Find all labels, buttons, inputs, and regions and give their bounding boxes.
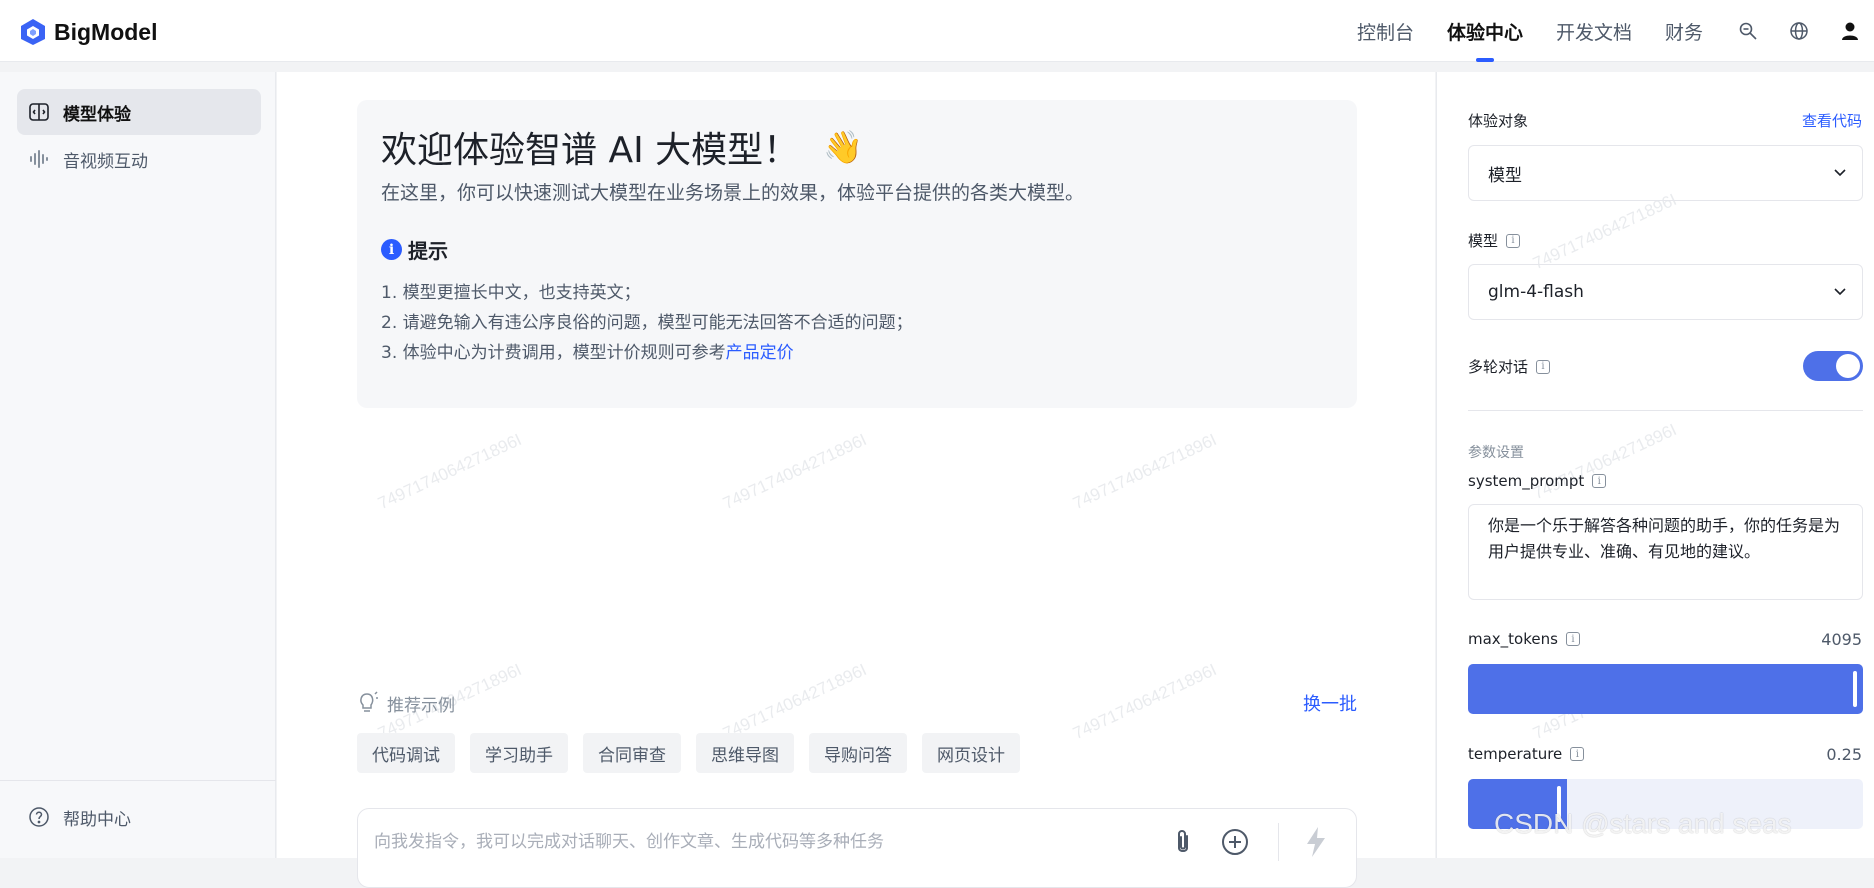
key-search-icon[interactable] [1736,19,1760,43]
watermark-text: 7497174064271896I [375,429,525,514]
slider-fill [1468,664,1863,714]
model-select-value: glm-4-flash [1488,282,1584,302]
top-nav: 控制台 体验中心 开发文档 财务 [1357,0,1874,62]
multi-turn-label: 多轮对话 [1468,358,1529,376]
slider-handle[interactable] [1853,671,1857,707]
info-icon: i [381,239,402,260]
max-tokens-label-row: max_tokens i [1468,630,1580,648]
target-label-row: 体验对象 [1468,110,1528,131]
add-circle-icon[interactable] [1218,825,1252,859]
watermark-text: 7497174064271896I [1530,419,1680,504]
model-label-row: 模型 i [1468,230,1521,251]
tip-item: 2. 请避免输入有违公序良俗的问题，模型可能无法回答不合适的问题； [381,313,913,333]
pricing-link[interactable]: 产品定价 [726,343,794,363]
waving-hand-icon: 👋 [823,128,863,166]
tip-item: 1. 模型更擅长中文，也支持英文； [381,283,641,303]
chip-study-assistant[interactable]: 学习助手 [470,733,568,773]
watermark-text: 7497174064271896I [720,429,870,514]
target-label: 体验对象 [1468,112,1529,130]
recommend-label: 推荐示例 [387,695,455,716]
model-panel-icon [27,100,51,124]
welcome-card: 欢迎体验智谱 AI 大模型！ 👋 在这里，你可以快速测试大模型在业务场景上的效果… [357,100,1357,408]
chip-web-design[interactable]: 网页设计 [922,733,1020,773]
help-circle-icon [27,805,51,829]
nav-console[interactable]: 控制台 [1357,0,1414,62]
recommend-row: 推荐示例 换一批 [357,688,1357,718]
sidebar-item-model-experience[interactable]: 模型体验 [17,89,261,135]
chevron-down-icon [1834,288,1846,296]
sidebar-item-label: 模型体验 [63,104,131,125]
system-prompt-label-row: system_prompt i [1468,472,1607,490]
bigmodel-logo-icon [21,19,45,45]
chip-code-debug[interactable]: 代码调试 [357,733,455,773]
model-label: 模型 [1468,232,1499,250]
main-content: 7497174064271896I 7497174064271896I 7497… [277,72,1435,888]
refresh-examples-link[interactable]: 换一批 [1303,690,1357,716]
info-icon[interactable]: i [1536,359,1551,374]
tip-heading: i 提示 [381,235,1333,264]
multi-turn-label-row: 多轮对话 i [1468,356,1551,377]
chip-shopping-guide[interactable]: 导购问答 [809,733,907,773]
sidebar-divider [0,780,276,781]
temperature-value: 0.25 [1826,745,1862,764]
watermark-text: 7497174064271896I [1530,189,1680,274]
system-prompt-textarea[interactable]: 你是一个乐于解答各种问题的助手，你的任务是为用户提供专业、准确、有见地的建议。 [1468,504,1863,600]
tip-text: 3. 体验中心为计费调用，模型计价规则可参考 [381,343,726,363]
model-select[interactable]: glm-4-flash [1468,264,1863,320]
csdn-watermark: CSDN @stars and seas [1494,808,1792,839]
top-navbar: BigModel 控制台 体验中心 开发文档 财务 [0,0,1874,62]
tip-list: 1. 模型更擅长中文，也支持英文； 2. 请避免输入有违公序良俗的问题，模型可能… [381,278,1333,368]
temperature-label: temperature [1468,745,1563,763]
nav-dev-docs[interactable]: 开发文档 [1556,0,1632,62]
welcome-title-row: 欢迎体验智谱 AI 大模型！ 👋 [381,122,1333,172]
sidebar-item-label: 音视频互动 [63,151,148,172]
input-separator [1278,823,1279,861]
tip-title: 提示 [408,239,448,263]
target-select[interactable]: 模型 [1468,145,1863,201]
sidebar-item-label: 帮助中心 [63,809,131,830]
welcome-subtitle: 在这里，你可以快速测试大模型在业务场景上的效果，体验平台提供的各类大模型。 [381,182,1085,204]
chip-mind-map[interactable]: 思维导图 [696,733,794,773]
info-icon[interactable]: i [1565,632,1580,646]
params-section-label: 参数设置 [1468,445,1524,461]
chevron-down-icon [1834,169,1846,177]
view-code-link[interactable]: 查看代码 [1802,110,1862,131]
chat-input[interactable] [372,827,1152,857]
paperclip-icon[interactable] [1166,825,1200,859]
globe-icon[interactable] [1787,19,1811,43]
target-select-value: 模型 [1488,165,1522,186]
max-tokens-label: max_tokens [1468,630,1558,648]
watermark-text: 7497174064271896I [1070,429,1220,514]
info-icon[interactable]: i [1506,233,1521,248]
lightning-send-icon[interactable] [1299,825,1333,859]
max-tokens-value: 4095 [1821,630,1862,649]
system-prompt-label: system_prompt [1468,472,1585,490]
audio-wave-icon [27,147,51,171]
temperature-label-row: temperature i [1468,745,1585,763]
welcome-title: 欢迎体验智谱 AI 大模型！ [381,130,800,171]
sidebar-item-audio-video[interactable]: 音视频互动 [17,136,261,182]
left-sidebar: 模型体验 音视频互动 帮助中心 [0,72,276,858]
example-chips: 代码调试 学习助手 合同审查 思维导图 导购问答 网页设计 [357,733,1035,773]
nav-experience-center[interactable]: 体验中心 [1447,0,1523,62]
chip-contract-review[interactable]: 合同审查 [583,733,681,773]
info-icon[interactable]: i [1570,747,1585,761]
brand-logo[interactable]: BigModel [20,18,158,46]
panel-divider [1468,410,1863,411]
sidebar-item-help-center[interactable]: 帮助中心 [17,794,261,840]
chat-input-box [357,808,1357,888]
settings-panel: 7497174064271896I 7497174064271896I 7497… [1436,72,1874,858]
nav-finance[interactable]: 财务 [1665,0,1703,62]
tip-item: 3. 体验中心为计费调用，模型计价规则可参考产品定价 [381,338,1333,368]
max-tokens-slider[interactable] [1468,664,1863,714]
lightbulb-icon [360,691,378,712]
brand-name: BigModel [54,18,158,45]
info-icon[interactable]: i [1592,474,1607,488]
multi-turn-toggle[interactable] [1803,351,1863,381]
user-icon[interactable] [1838,19,1862,43]
